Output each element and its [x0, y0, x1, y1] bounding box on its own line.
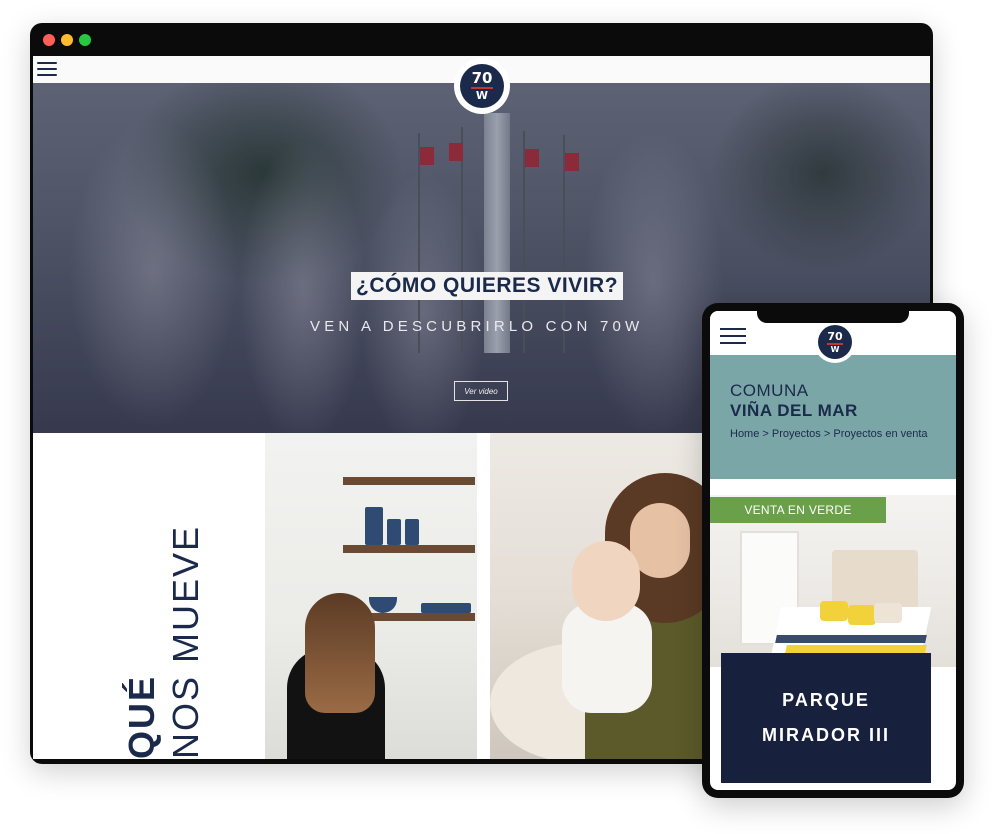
commune-label: COMUNA: [730, 381, 809, 400]
breadcrumb-home[interactable]: Home: [730, 428, 759, 440]
section-word-bold: QUÉ: [121, 674, 162, 759]
breadcrumb-separator: >: [820, 428, 834, 440]
values-section: QUÉ NOS MUEVE: [33, 433, 265, 759]
window-close-button[interactable]: [43, 34, 55, 46]
window-controls: [43, 34, 91, 46]
breadcrumb-current: Proyectos en venta: [833, 428, 928, 440]
phone-mockup: 70 W COMUNA VIÑA DEL MAR Home > Proyecto…: [702, 303, 964, 798]
mobile-menu-icon[interactable]: [720, 328, 746, 344]
breadcrumb-projects[interactable]: Proyectos: [772, 428, 821, 440]
menu-icon[interactable]: [37, 62, 57, 76]
phone-notch: [757, 307, 909, 323]
sale-status-badge: VENTA EN VERDE: [710, 497, 886, 523]
mobile-logo-letter: W: [830, 344, 840, 354]
location-banner: COMUNA VIÑA DEL MAR Home > Proyectos > P…: [710, 355, 956, 479]
mobile-logo-number: 70: [827, 329, 843, 343]
project-name-line1: PARQUE: [782, 690, 870, 710]
window-zoom-button[interactable]: [79, 34, 91, 46]
mobile-logo[interactable]: 70 W: [814, 321, 856, 363]
window-minimize-button[interactable]: [61, 34, 73, 46]
breadcrumb-separator: >: [759, 428, 772, 440]
project-card[interactable]: PARQUE MIRADOR III: [721, 653, 931, 783]
phone-screen: 70 W COMUNA VIÑA DEL MAR Home > Proyecto…: [710, 311, 956, 790]
logo-letter: W: [475, 89, 489, 102]
breadcrumb: Home > Proyectos > Proyectos en venta: [730, 428, 928, 440]
kitchen-photo: [265, 433, 477, 759]
hero-subtitle: VEN A DESCUBRIRLO CON 70W: [310, 318, 644, 335]
hero-title: ¿CÓMO QUIERES VIVIR?: [351, 272, 624, 300]
logo-number: 70: [471, 69, 493, 87]
commune-name: VIÑA DEL MAR: [730, 401, 858, 420]
project-name-line2: MIRADOR III: [762, 725, 890, 745]
site-logo[interactable]: 70 W: [454, 58, 510, 114]
obelisk-image: [484, 113, 510, 353]
section-phrase: NOS MUEVE: [165, 524, 206, 759]
watch-video-button[interactable]: Ver video: [454, 381, 508, 401]
